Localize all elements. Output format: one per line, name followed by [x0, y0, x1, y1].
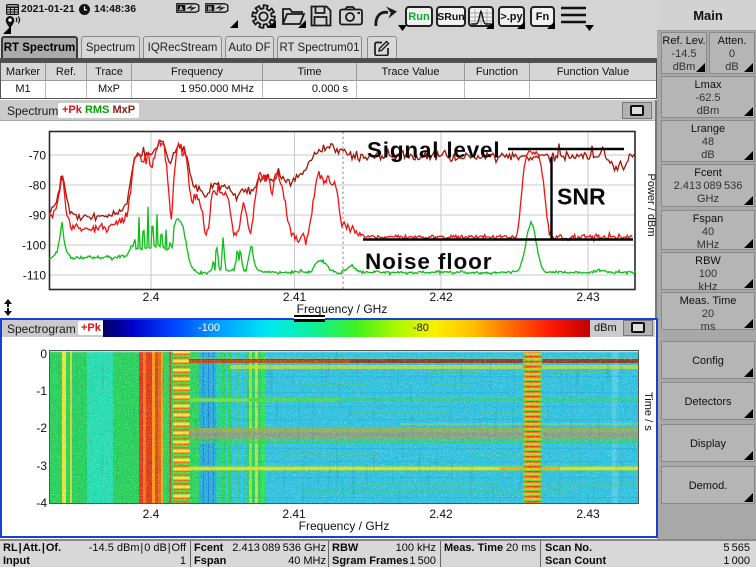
svg-text:-80: -80 [29, 179, 47, 193]
svg-text:2.4: 2.4 [143, 290, 160, 304]
svg-text:B: B [208, 6, 212, 12]
svg-text:Noise floor: Noise floor [365, 249, 492, 274]
svg-text:-100: -100 [22, 239, 46, 253]
svg-text:-110: -110 [23, 269, 46, 283]
svg-text:2.42: 2.42 [429, 290, 453, 304]
svg-text:SNR: SNR [557, 183, 606, 209]
svg-text:Frequency / GHz: Frequency / GHz [297, 302, 388, 316]
svg-text:A: A [179, 6, 183, 12]
svg-text:Signal level: Signal level [367, 138, 500, 163]
svg-text:Power / dBm: Power / dBm [645, 174, 657, 237]
svg-text:2.43: 2.43 [576, 290, 600, 304]
svg-text:-90: -90 [29, 209, 47, 223]
svg-text:-70: -70 [29, 149, 47, 163]
